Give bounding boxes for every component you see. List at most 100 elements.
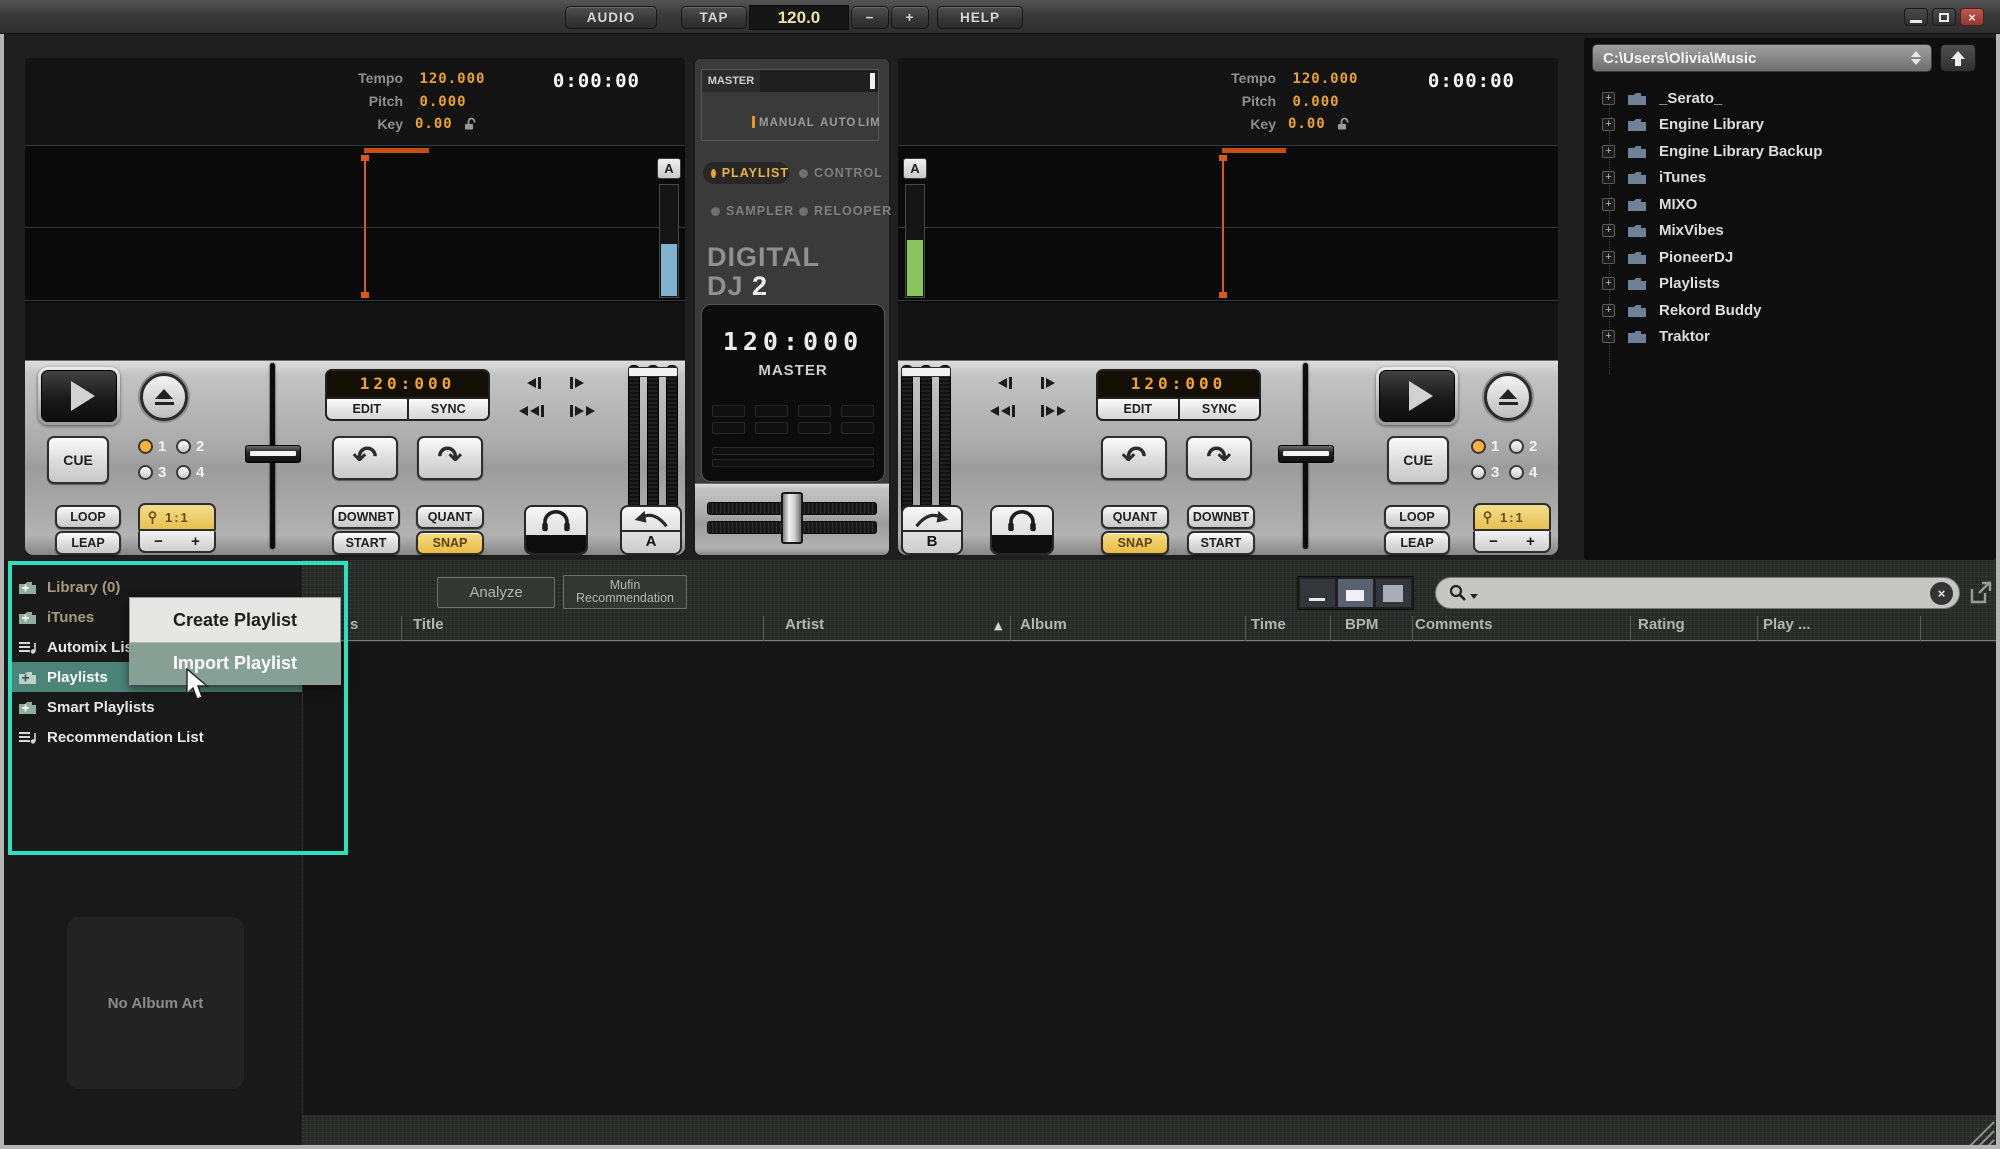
leap-button[interactable]: LEAP: [55, 531, 121, 555]
minimize-button[interactable]: [1904, 8, 1928, 26]
expander-icon[interactable]: +: [1602, 145, 1615, 158]
view-compact-button[interactable]: [1300, 579, 1335, 607]
mode-control[interactable]: CONTROL: [799, 162, 883, 184]
mode-playlist[interactable]: PLAYLIST: [703, 162, 789, 184]
deck-a-assign-button[interactable]: A: [620, 505, 682, 555]
key-unlock-icon[interactable]: [1336, 117, 1351, 131]
snap-button[interactable]: SNAP: [1101, 531, 1169, 555]
column-header-rating[interactable]: Rating: [1638, 616, 1685, 633]
import-playlist-menu-item[interactable]: Import Playlist: [130, 643, 340, 684]
column-divider[interactable]: [401, 616, 402, 641]
column-header-album[interactable]: Album: [1020, 616, 1067, 633]
headphone-cue-button[interactable]: [990, 505, 1054, 555]
folder-row[interactable]: + Rekord Buddy: [1602, 302, 1762, 319]
column-divider[interactable]: [1757, 616, 1758, 641]
expander-icon[interactable]: +: [1602, 277, 1615, 290]
expander-icon[interactable]: +: [1602, 330, 1615, 343]
search-icon[interactable]: [1448, 583, 1468, 603]
folder-row[interactable]: + MixVibes: [1602, 222, 1724, 239]
nudge-back-button[interactable]: [998, 377, 1012, 389]
expander-icon[interactable]: +: [1602, 171, 1615, 184]
column-header-bpm[interactable]: BPM: [1345, 616, 1378, 633]
column-divider[interactable]: [1010, 616, 1011, 641]
start-button[interactable]: START: [332, 531, 400, 555]
undo-button[interactable]: ↶: [1101, 436, 1167, 480]
expander-icon[interactable]: +: [1602, 304, 1615, 317]
resize-grip[interactable]: [1966, 1118, 1996, 1146]
deck-b-waveform[interactable]: [898, 145, 1558, 303]
column-divider[interactable]: [1412, 616, 1413, 641]
folder-row[interactable]: + PioneerDJ: [1602, 249, 1733, 266]
library-item-smart-playlists[interactable]: Smart Playlists: [0, 692, 302, 722]
hotcue-3-radio[interactable]: 3: [138, 464, 166, 481]
seek-forward-button[interactable]: [1041, 405, 1066, 417]
loop-minus-button[interactable]: −: [1489, 533, 1498, 550]
deck-b-assign-button[interactable]: B: [901, 505, 963, 555]
track-list-empty-area[interactable]: [303, 642, 1998, 1115]
headphone-cue-button[interactable]: [524, 505, 588, 555]
redo-button[interactable]: ↷: [1186, 436, 1252, 480]
hotcue-2-radio[interactable]: 2: [176, 438, 204, 455]
folder-row[interactable]: + iTunes: [1602, 169, 1706, 186]
edit-button[interactable]: EDIT: [327, 399, 409, 419]
column-header-title[interactable]: Title: [413, 616, 444, 633]
column-divider[interactable]: [1245, 616, 1246, 641]
expander-icon[interactable]: +: [1602, 251, 1615, 264]
seek-forward-button[interactable]: [570, 405, 595, 417]
loop-plus-button[interactable]: +: [191, 533, 200, 550]
folder-row[interactable]: + Engine Library: [1602, 116, 1764, 133]
column-divider[interactable]: [1920, 616, 1921, 641]
crossfader-handle[interactable]: [781, 492, 803, 544]
limiter-manual-option[interactable]: MANUAL: [759, 117, 815, 129]
path-selector[interactable]: C:\Users\Olivia\Music: [1592, 44, 1932, 72]
limiter-auto-option[interactable]: AUTO: [820, 117, 856, 129]
sync-button[interactable]: SYNC: [409, 399, 489, 419]
bpm-decrease-button[interactable]: −: [851, 6, 889, 29]
mufin-recommendation-button[interactable]: Mufin Recommendation: [563, 575, 687, 609]
loop-button[interactable]: LOOP: [1384, 505, 1450, 529]
analyze-button[interactable]: Analyze: [437, 577, 555, 608]
column-header-play-count[interactable]: Play ...: [1763, 616, 1811, 633]
column-header-fragment[interactable]: s: [350, 616, 358, 633]
cue-button[interactable]: CUE: [47, 436, 109, 484]
loop-button[interactable]: LOOP: [55, 505, 121, 529]
loop-plus-button[interactable]: +: [1526, 533, 1535, 550]
expander-icon[interactable]: +: [1602, 118, 1615, 131]
limiter-lim-option[interactable]: LIM: [858, 117, 881, 129]
folder-row[interactable]: + Engine Library Backup: [1602, 143, 1822, 160]
folder-row[interactable]: + _Serato_: [1602, 90, 1722, 107]
help-button[interactable]: HELP: [937, 6, 1023, 29]
detach-window-icon[interactable]: [1968, 580, 1994, 606]
folder-up-button[interactable]: [1940, 44, 1976, 72]
play-button[interactable]: [38, 367, 120, 425]
hotcue-1-radio[interactable]: 1: [138, 438, 166, 455]
expander-icon[interactable]: +: [1602, 92, 1615, 105]
column-divider[interactable]: [1330, 616, 1331, 641]
create-playlist-menu-item[interactable]: Create Playlist: [130, 598, 340, 642]
hotcue-4-radio[interactable]: 4: [176, 464, 204, 481]
hotcue-3-radio[interactable]: 3: [1471, 464, 1499, 481]
master-volume-slider[interactable]: [760, 70, 878, 92]
column-header-artist[interactable]: Artist: [785, 616, 824, 633]
deck-a-waveform[interactable]: [25, 145, 685, 303]
leap-button[interactable]: LEAP: [1384, 531, 1450, 555]
snap-button[interactable]: SNAP: [416, 531, 484, 555]
column-divider[interactable]: [763, 616, 764, 641]
view-large-button[interactable]: [1376, 579, 1411, 607]
column-header-comments[interactable]: Comments: [1415, 616, 1493, 633]
key-unlock-icon[interactable]: [463, 117, 478, 131]
folder-row[interactable]: + MIXO: [1602, 196, 1697, 213]
mode-sampler[interactable]: SAMPLER: [703, 200, 794, 222]
folder-row[interactable]: + Playlists: [1602, 275, 1720, 292]
maximize-button[interactable]: [1932, 8, 1956, 26]
hotcue-4-radio[interactable]: 4: [1509, 464, 1537, 481]
volume-fader-handle[interactable]: [245, 445, 301, 463]
undo-button[interactable]: ↶: [332, 436, 398, 480]
column-header-time[interactable]: Time: [1251, 616, 1286, 633]
close-button[interactable]: ×: [1960, 8, 1984, 26]
volume-fader-handle[interactable]: [1278, 445, 1334, 463]
hotcue-1-radio[interactable]: 1: [1471, 438, 1499, 455]
column-divider[interactable]: [1630, 616, 1631, 641]
downbeat-button[interactable]: DOWNBT: [1187, 505, 1255, 529]
folder-row[interactable]: + Traktor: [1602, 328, 1710, 345]
